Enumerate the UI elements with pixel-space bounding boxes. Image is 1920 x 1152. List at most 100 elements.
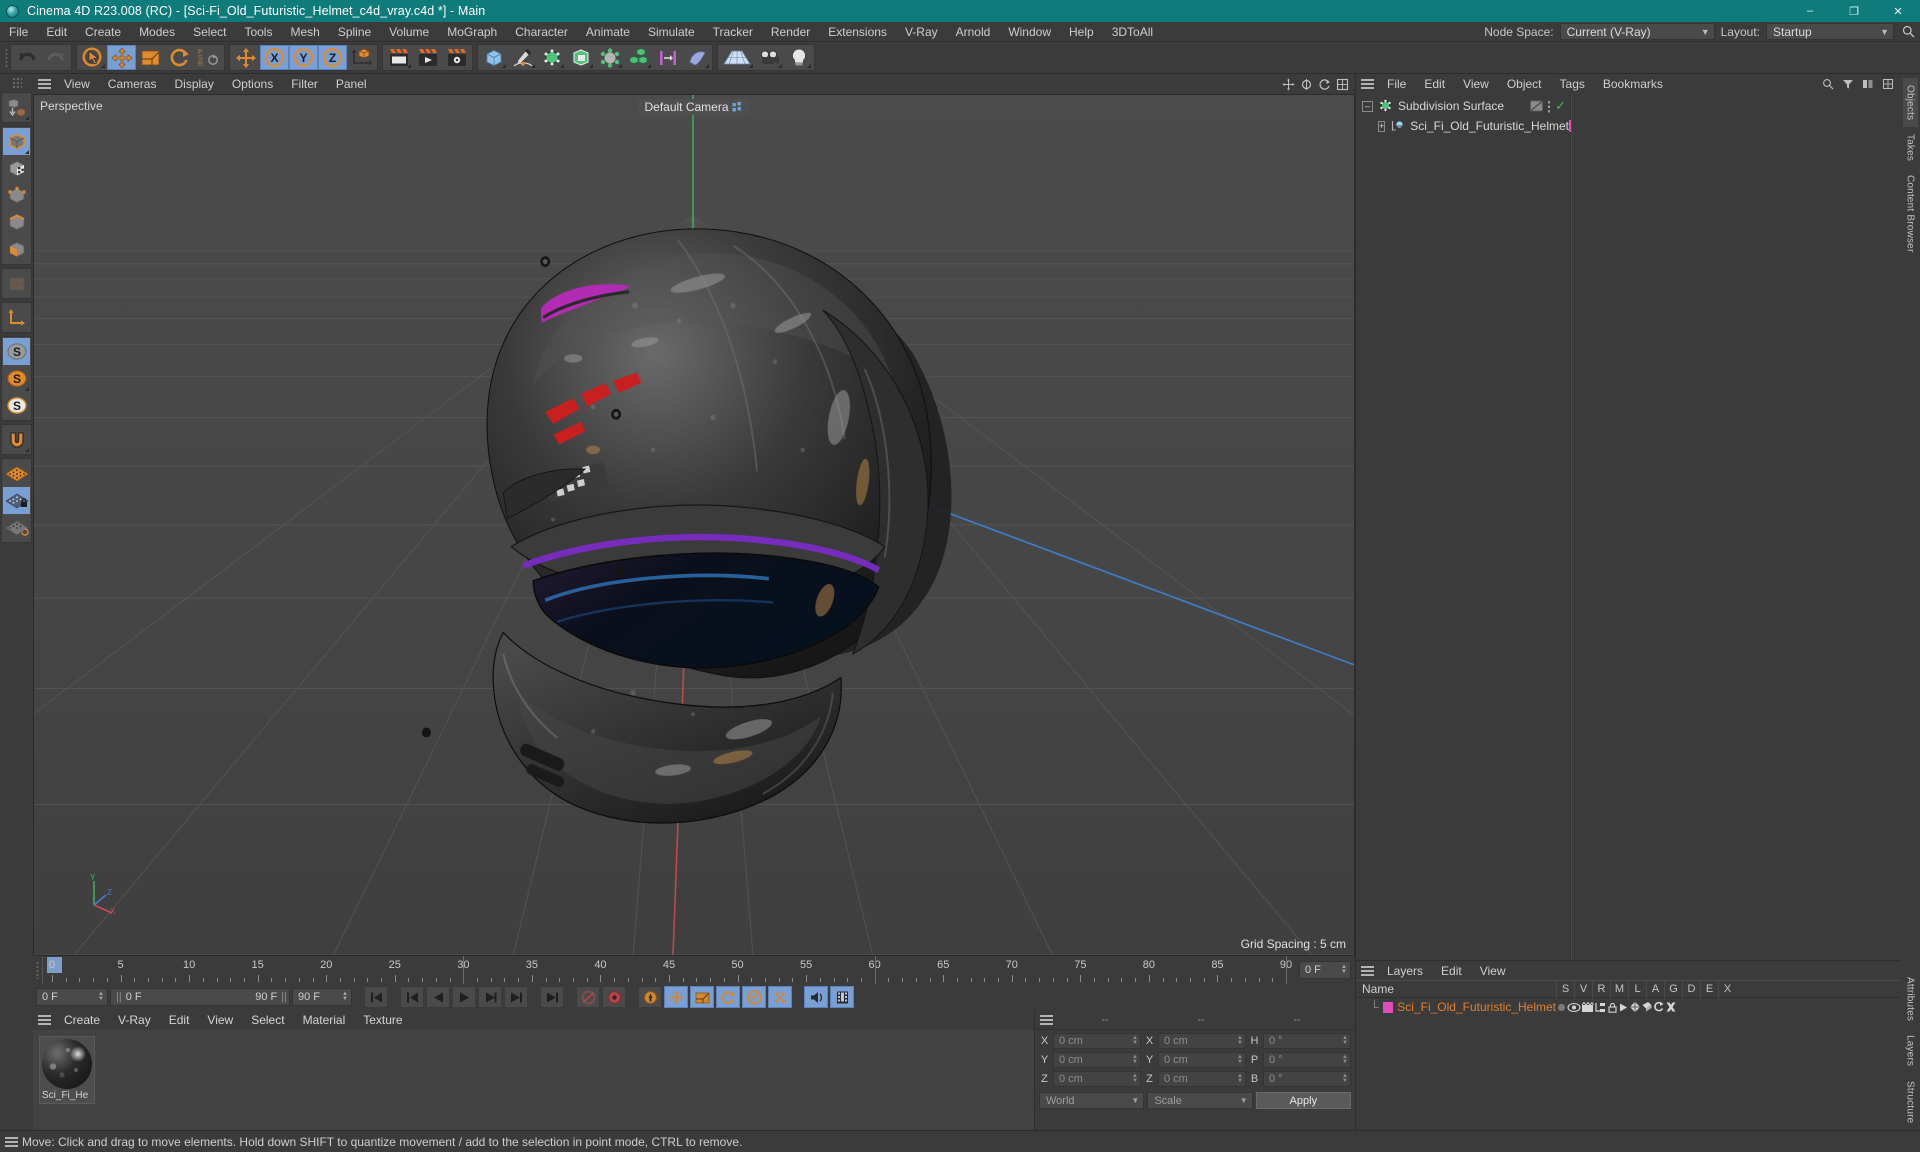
material-menu-edit[interactable]: Edit xyxy=(160,1011,199,1029)
menu-extensions[interactable]: Extensions xyxy=(819,22,896,42)
uv-mode-button[interactable] xyxy=(3,270,30,297)
menu-file[interactable]: File xyxy=(0,22,37,42)
object-row-helmet[interactable]: + Sci_Fi_Old_Futuristic_Helmet xyxy=(1356,116,1590,136)
preview-range-field[interactable]: || 0 F 90 F || xyxy=(110,988,290,1006)
vtab-attributes[interactable]: Attributes xyxy=(1903,970,1918,1028)
rotate-tool-button[interactable] xyxy=(165,45,194,70)
menu-vray[interactable]: V-Ray xyxy=(896,22,947,42)
vtab-objects[interactable]: Objects xyxy=(1902,78,1918,128)
size-z-field[interactable]: 0 cm ▲ ▼ xyxy=(1158,1071,1246,1087)
layer-expression-toggle[interactable] xyxy=(1653,1001,1665,1013)
rotation-b-field[interactable]: 0 ° ▲ ▼ xyxy=(1263,1071,1351,1087)
viewport-menu-view[interactable]: View xyxy=(55,75,99,93)
layer-col-v[interactable]: V xyxy=(1574,980,1592,998)
field-button[interactable] xyxy=(653,45,682,70)
viewport-menu-options[interactable]: Options xyxy=(223,75,282,93)
object-menu-file[interactable]: File xyxy=(1378,75,1415,93)
layer-deformer-toggle[interactable] xyxy=(1641,1001,1653,1013)
position-y-field[interactable]: 0 cm ▲ ▼ xyxy=(1053,1052,1141,1068)
magnet-button[interactable] xyxy=(3,426,30,453)
sound-toggle-button[interactable] xyxy=(804,986,828,1008)
edges-mode-button[interactable] xyxy=(3,209,30,236)
object-manager-empty-area[interactable] xyxy=(1571,94,1900,960)
material-menu-material[interactable]: Material xyxy=(294,1011,355,1029)
spinner-icon[interactable]: ▲ ▼ xyxy=(1132,1054,1138,1065)
menu-render[interactable]: Render xyxy=(762,22,819,42)
layer-menu-view[interactable]: View xyxy=(1471,962,1515,980)
viewport-hamburger-icon[interactable] xyxy=(33,75,55,93)
object-menu-object[interactable]: Object xyxy=(1498,75,1551,93)
autokey-button[interactable] xyxy=(602,986,626,1008)
step-forward-button[interactable] xyxy=(478,986,502,1008)
point-level-animation-button[interactable] xyxy=(768,986,792,1008)
frame-start-field[interactable]: 0 F ▲ ▼ xyxy=(36,988,108,1006)
make-editable-button[interactable] xyxy=(3,94,30,121)
rotation-p-field[interactable]: 0 ° ▲ ▼ xyxy=(1263,1052,1351,1068)
object-menu-tags[interactable]: Tags xyxy=(1551,75,1594,93)
3d-viewport[interactable]: Perspective Default Camera Grid Spacing … xyxy=(33,94,1355,956)
subdivision-surface-button[interactable] xyxy=(537,45,566,70)
blue-shell-button[interactable] xyxy=(682,45,711,70)
timeline-window-button[interactable] xyxy=(830,986,854,1008)
layer-col-s[interactable]: S xyxy=(1556,980,1574,998)
timeline-grip[interactable] xyxy=(33,956,42,984)
material-menu-texture[interactable]: Texture xyxy=(354,1011,411,1029)
vtab-structure[interactable]: Structure xyxy=(1903,1074,1918,1130)
coordinate-system-dropdown[interactable]: World ▼ xyxy=(1039,1092,1145,1109)
layer-col-a[interactable]: A xyxy=(1646,980,1664,998)
position-z-field[interactable]: 0 cm ▲ ▼ xyxy=(1053,1071,1141,1087)
lock-y-axis-button[interactable]: Y xyxy=(289,45,318,70)
layer-col-d[interactable]: D xyxy=(1682,980,1700,998)
snap-settings-white-button[interactable]: S xyxy=(3,392,30,419)
minimize-button[interactable]: – xyxy=(1788,0,1832,22)
timeline-ruler[interactable]: 051015202530354045505560657075808590 xyxy=(42,956,1295,984)
menu-select[interactable]: Select xyxy=(184,22,235,42)
menu-create[interactable]: Create xyxy=(76,22,130,42)
floor-environment-button[interactable] xyxy=(719,45,755,70)
menu-mograph[interactable]: MoGraph xyxy=(438,22,506,42)
go-to-end-button[interactable] xyxy=(540,986,564,1008)
material-menu-select[interactable]: Select xyxy=(242,1011,293,1029)
spinner-icon[interactable]: ▲ ▼ xyxy=(1132,1073,1138,1084)
lock-x-axis-button[interactable]: X xyxy=(260,45,289,70)
menu-help[interactable]: Help xyxy=(1060,22,1103,42)
object-menu-edit[interactable]: Edit xyxy=(1415,75,1454,93)
psr-reset-button[interactable]: PSR xyxy=(194,45,223,70)
redo-button[interactable] xyxy=(41,45,70,70)
layer-lock-toggle[interactable] xyxy=(1607,1002,1618,1013)
lock-z-axis-button[interactable]: Z xyxy=(318,45,347,70)
model-mode-button[interactable] xyxy=(3,128,30,155)
menu-character[interactable]: Character xyxy=(506,22,577,42)
filter-icon[interactable] xyxy=(1839,75,1857,93)
layer-col-l[interactable]: L xyxy=(1628,980,1646,998)
live-selection-button[interactable] xyxy=(78,45,107,70)
layer-visible-toggle[interactable] xyxy=(1567,1002,1581,1013)
play-button[interactable] xyxy=(452,986,476,1008)
layer-menu-layers[interactable]: Layers xyxy=(1378,962,1432,980)
zoom-icon[interactable] xyxy=(1297,75,1315,93)
phong-tag-icon[interactable] xyxy=(1530,100,1543,112)
move-tool-button[interactable] xyxy=(107,45,136,70)
menu-spline[interactable]: Spline xyxy=(329,22,380,42)
viewport-menu-panel[interactable]: Panel xyxy=(327,75,376,93)
object-menu-view[interactable]: View xyxy=(1454,75,1498,93)
spinner-icon[interactable]: ▲ ▼ xyxy=(98,991,105,1002)
enable-snap-button[interactable]: S xyxy=(3,338,30,365)
mograph-cloner-button[interactable] xyxy=(624,45,653,70)
search-icon[interactable] xyxy=(1900,24,1916,40)
pan-icon[interactable] xyxy=(1279,75,1297,93)
layer-col-m[interactable]: M xyxy=(1610,980,1628,998)
scale-key-button[interactable] xyxy=(690,986,714,1008)
menu-arnold[interactable]: Arnold xyxy=(947,22,1000,42)
record-active-objects-button[interactable] xyxy=(576,986,600,1008)
spinner-icon[interactable]: ▲ ▼ xyxy=(1341,964,1348,975)
menu-mesh[interactable]: Mesh xyxy=(281,22,328,42)
size-x-field[interactable]: 0 cm ▲ ▼ xyxy=(1158,1033,1246,1049)
layer-color-swatch[interactable] xyxy=(1382,1001,1394,1013)
viewport-menu-filter[interactable]: Filter xyxy=(282,75,327,93)
layer-col-x[interactable]: X xyxy=(1718,980,1736,998)
bend-deformer-button[interactable] xyxy=(595,45,624,70)
layer-row[interactable]: └ Sci_Fi_Old_Futuristic_Helmet xyxy=(1356,998,1900,1016)
rotate-view-icon[interactable] xyxy=(1315,75,1333,93)
step-back-button[interactable] xyxy=(426,986,450,1008)
